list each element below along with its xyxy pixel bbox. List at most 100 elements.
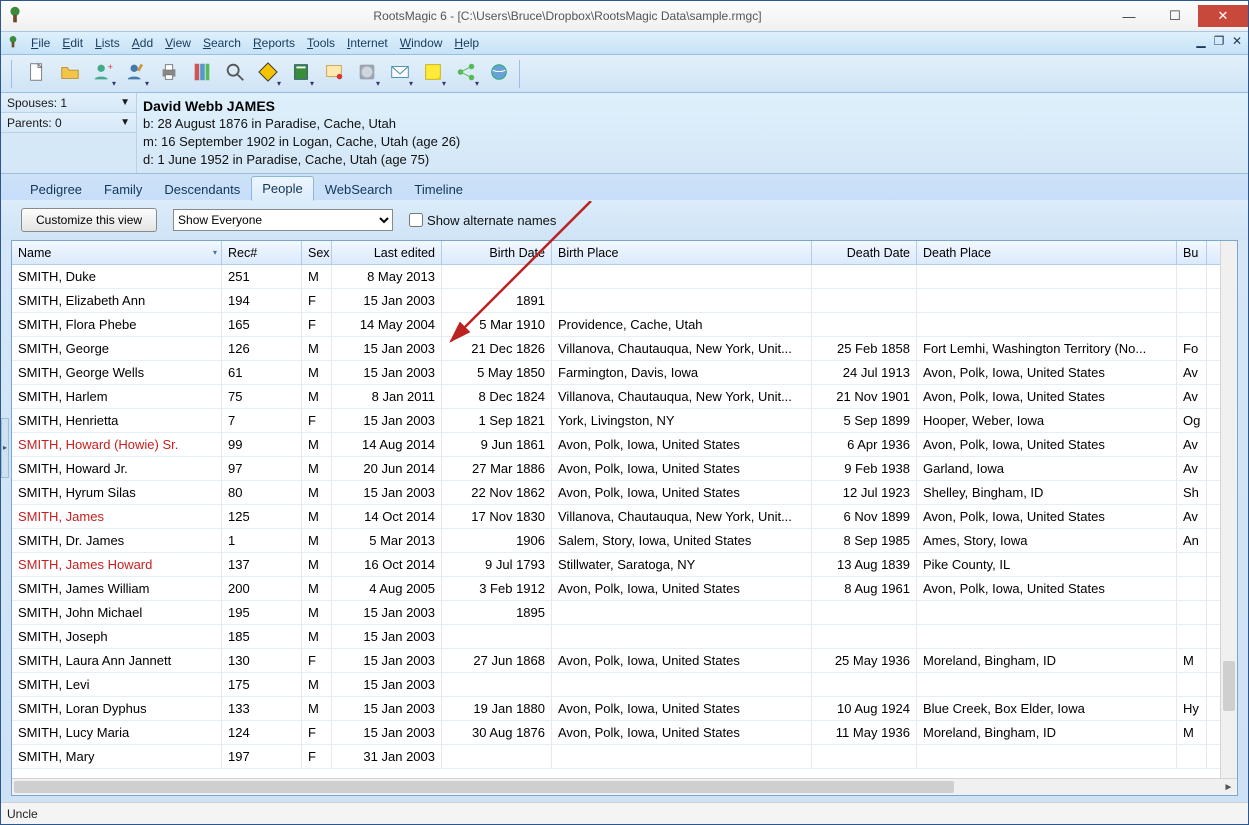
scroll-thumb[interactable]: [14, 781, 954, 793]
cell-dd: [812, 745, 917, 768]
certificate-button[interactable]: [319, 59, 349, 89]
menu-lists[interactable]: Lists: [89, 34, 126, 52]
parents-dropdown[interactable]: Parents: 0 ▼: [1, 113, 136, 133]
menu-internet[interactable]: Internet: [341, 34, 394, 52]
edit-person-icon: [125, 61, 147, 86]
cell-bp: Farmington, Davis, Iowa: [552, 361, 812, 384]
menu-window[interactable]: Window: [394, 34, 449, 52]
mdi-close-icon[interactable]: ✕: [1230, 34, 1244, 48]
table-row[interactable]: SMITH, Levi175M15 Jan 2003: [12, 673, 1237, 697]
close-button[interactable]: ✕: [1198, 5, 1248, 27]
book-button[interactable]: [286, 59, 316, 89]
table-row[interactable]: SMITH, Hyrum Silas80M15 Jan 200322 Nov 1…: [12, 481, 1237, 505]
tab-websearch[interactable]: WebSearch: [314, 177, 404, 201]
col-sex[interactable]: Sex: [302, 241, 332, 264]
menu-file[interactable]: File: [25, 34, 56, 52]
col-dd[interactable]: Death Date: [812, 241, 917, 264]
menu-edit[interactable]: Edit: [56, 34, 89, 52]
show-filter-select[interactable]: Show Everyone: [173, 209, 393, 231]
minimize-button[interactable]: —: [1106, 5, 1152, 27]
cell-bp: [552, 625, 812, 648]
side-panel-expander[interactable]: ▸: [1, 418, 9, 478]
cell-sex: F: [302, 649, 332, 672]
menu-tools[interactable]: Tools: [301, 34, 341, 52]
tab-family[interactable]: Family: [93, 177, 153, 201]
horizontal-scrollbar[interactable]: ◄ ►: [12, 778, 1237, 795]
globe-icon: [488, 61, 510, 86]
vertical-scrollbar[interactable]: [1220, 241, 1237, 778]
cell-dp: Moreland, Bingham, ID: [917, 649, 1177, 672]
table-row[interactable]: SMITH, Joseph185M15 Jan 2003: [12, 625, 1237, 649]
tab-people[interactable]: People: [251, 176, 313, 201]
add-person-button[interactable]: +: [88, 59, 118, 89]
customize-view-button[interactable]: Customize this view: [21, 208, 157, 232]
cell-bp: Salem, Story, Iowa, United States: [552, 529, 812, 552]
cell-rec: 185: [222, 625, 302, 648]
mdi-minimize-icon[interactable]: ▁: [1194, 34, 1208, 48]
search-button[interactable]: [220, 59, 250, 89]
cell-bp: [552, 265, 812, 288]
cell-le: 15 Jan 2003: [332, 337, 442, 360]
menu-reports[interactable]: Reports: [247, 34, 301, 52]
table-row[interactable]: SMITH, Mary197F31 Jan 2003: [12, 745, 1237, 769]
menu-add[interactable]: Add: [126, 34, 159, 52]
table-row[interactable]: SMITH, Dr. James1M5 Mar 20131906Salem, S…: [12, 529, 1237, 553]
col-dp[interactable]: Death Place: [917, 241, 1177, 264]
col-le[interactable]: Last edited: [332, 241, 442, 264]
tab-pedigree[interactable]: Pedigree: [19, 177, 93, 201]
cell-bu: An: [1177, 529, 1207, 552]
road-sign-button[interactable]: [253, 59, 283, 89]
col-rec[interactable]: Rec#: [222, 241, 302, 264]
menu-search[interactable]: Search: [197, 34, 247, 52]
alternate-names-label[interactable]: Show alternate names: [409, 213, 556, 228]
cell-dd: 5 Sep 1899: [812, 409, 917, 432]
share-button[interactable]: [451, 59, 481, 89]
edit-person-button[interactable]: [121, 59, 151, 89]
scroll-thumb[interactable]: [1223, 661, 1235, 711]
print-button[interactable]: [154, 59, 184, 89]
table-row[interactable]: SMITH, Elizabeth Ann194F15 Jan 20031891: [12, 289, 1237, 313]
col-bp[interactable]: Birth Place: [552, 241, 812, 264]
table-row[interactable]: SMITH, Howard Jr.97M20 Jun 201427 Mar 18…: [12, 457, 1237, 481]
scroll-right-icon[interactable]: ►: [1220, 779, 1237, 795]
col-bd[interactable]: Birth Date: [442, 241, 552, 264]
menu-view[interactable]: View: [159, 34, 197, 52]
table-row[interactable]: SMITH, Laura Ann Jannett130F15 Jan 20032…: [12, 649, 1237, 673]
table-row[interactable]: SMITH, Duke251M8 May 2013: [12, 265, 1237, 289]
menubar: FileEditListsAddViewSearchReportsToolsIn…: [1, 31, 1248, 55]
table-row[interactable]: SMITH, Loran Dyphus133M15 Jan 200319 Jan…: [12, 697, 1237, 721]
mdi-restore-icon[interactable]: ❐: [1212, 34, 1226, 48]
view-tabs: PedigreeFamilyDescendantsPeopleWebSearch…: [1, 174, 1248, 200]
sticky-note-button[interactable]: [418, 59, 448, 89]
table-row[interactable]: SMITH, Harlem75M8 Jan 20118 Dec 1824Vill…: [12, 385, 1237, 409]
tab-timeline[interactable]: Timeline: [403, 177, 474, 201]
alternate-names-checkbox[interactable]: [409, 213, 423, 227]
gedcom-button[interactable]: [187, 59, 217, 89]
maximize-button[interactable]: ☐: [1152, 5, 1198, 27]
table-row[interactable]: SMITH, George Wells61M15 Jan 20035 May 1…: [12, 361, 1237, 385]
new-file-button[interactable]: [22, 59, 52, 89]
disk-button[interactable]: [352, 59, 382, 89]
col-name[interactable]: Name▾: [12, 241, 222, 264]
open-folder-button[interactable]: [55, 59, 85, 89]
cell-bu: [1177, 601, 1207, 624]
table-row[interactable]: SMITH, George126M15 Jan 200321 Dec 1826V…: [12, 337, 1237, 361]
spouses-dropdown[interactable]: Spouses: 1 ▼: [1, 93, 136, 113]
cell-name: SMITH, Flora Phebe: [12, 313, 222, 336]
cell-dd: 6 Apr 1936: [812, 433, 917, 456]
table-row[interactable]: SMITH, Howard (Howie) Sr.99M14 Aug 20149…: [12, 433, 1237, 457]
table-row[interactable]: SMITH, Lucy Maria124F15 Jan 200330 Aug 1…: [12, 721, 1237, 745]
menu-help[interactable]: Help: [448, 34, 485, 52]
globe-button[interactable]: [484, 59, 514, 89]
cell-name: SMITH, Lucy Maria: [12, 721, 222, 744]
table-row[interactable]: SMITH, James125M14 Oct 201417 Nov 1830Vi…: [12, 505, 1237, 529]
table-row[interactable]: SMITH, John Michael195M15 Jan 20031895: [12, 601, 1237, 625]
table-row[interactable]: SMITH, James William200M4 Aug 20053 Feb …: [12, 577, 1237, 601]
tab-descendants[interactable]: Descendants: [153, 177, 251, 201]
cell-bd: 27 Mar 1886: [442, 457, 552, 480]
table-row[interactable]: SMITH, Flora Phebe165F14 May 20045 Mar 1…: [12, 313, 1237, 337]
table-row[interactable]: SMITH, James Howard137M16 Oct 20149 Jul …: [12, 553, 1237, 577]
table-row[interactable]: SMITH, Henrietta7F15 Jan 20031 Sep 1821Y…: [12, 409, 1237, 433]
mail-button[interactable]: [385, 59, 415, 89]
col-bu[interactable]: Bu: [1177, 241, 1207, 264]
